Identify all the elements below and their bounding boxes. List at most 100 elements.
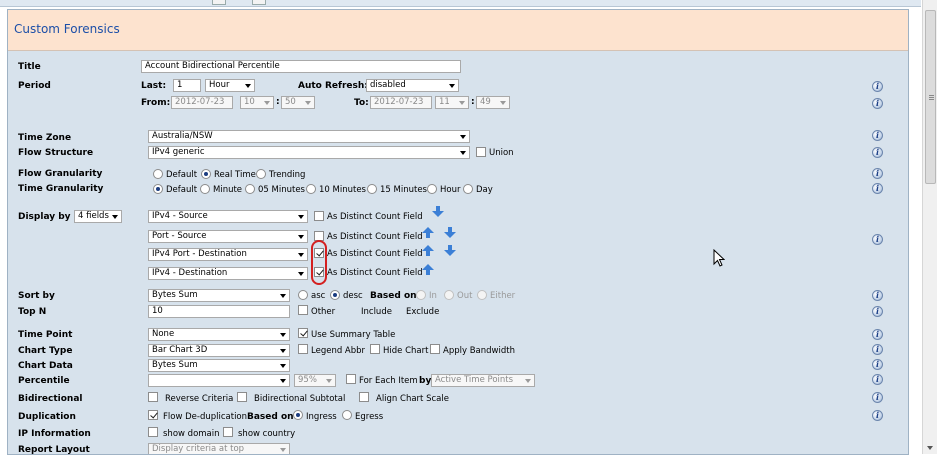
chart-type-label: Chart Type [18,346,73,356]
move-up-2-icon[interactable] [422,227,434,238]
move-up-4-icon[interactable] [422,264,434,275]
ingress-radio[interactable] [293,410,303,420]
flow-granularity-default-radio[interactable] [153,169,163,179]
to-minute-select[interactable]: 49 [476,96,510,109]
top-n-help-icon[interactable]: i [872,306,883,317]
display-by-help-icon[interactable]: i [872,234,883,245]
title-input[interactable]: Account Bidirectional Percentile [141,60,461,73]
show-domain-checkbox[interactable] [148,427,158,437]
egress-label: Egress [355,412,384,422]
scrollbar-thumb[interactable] [925,10,936,184]
distinct-count-highlight [311,240,327,285]
top-n-input[interactable]: 10 [148,305,290,318]
for-each-item-checkbox[interactable] [346,374,356,384]
time-point-label: Time Point [18,330,73,340]
flow-granularity-label: Flow Granularity [18,169,103,179]
flow-granularity-help-icon[interactable]: i [872,168,883,179]
to-date-input[interactable]: 2012-07-23 [370,96,432,109]
sort-desc-radio[interactable] [330,290,340,300]
period-range-help-icon[interactable]: i [872,98,883,109]
union-checkbox[interactable] [476,147,486,157]
last-label: Last: [141,81,167,91]
from-minute-select[interactable]: 50 [281,96,315,109]
strip-control-left[interactable] [212,0,226,5]
move-down-1-icon[interactable] [432,206,444,217]
flow-granularity-trending-label: Trending [269,170,306,180]
to-hour-select[interactable]: 11 [435,96,469,109]
move-up-3-icon[interactable] [422,245,434,256]
time-granularity-hour-radio[interactable] [427,184,437,194]
flow-granularity-realtime-radio[interactable] [201,169,211,179]
time-point-select[interactable]: None [148,328,290,341]
chart-type-help-icon[interactable]: i [872,344,883,355]
show-country-checkbox[interactable] [223,427,233,437]
egress-radio[interactable] [342,410,352,420]
sort-either-radio[interactable] [477,290,487,300]
from-date-input[interactable]: 2012-07-23 [171,96,233,109]
chart-data-select[interactable]: Bytes Sum [148,359,290,372]
time-granularity-day-label: Day [476,185,493,195]
display-field-3-select[interactable]: IPv4 Port - Destination [148,248,308,261]
percentile-value-select[interactable]: 95% [294,374,336,387]
chart-type-select[interactable]: Bar Chart 3D [148,344,290,357]
legend-abbr-checkbox[interactable] [298,344,308,354]
from-hour-select[interactable]: 10 [240,96,274,109]
time-granularity-help-icon[interactable]: i [872,183,883,194]
last-value-input[interactable]: 1 [173,79,201,92]
sort-by-help-icon[interactable]: i [872,290,883,301]
percentile-by-select[interactable]: Active Time Points [431,374,535,387]
strip-control-right[interactable] [252,0,266,5]
time-granularity-minute-radio[interactable] [200,184,210,194]
sort-out-radio[interactable] [444,290,454,300]
vertical-scrollbar[interactable] [922,0,937,454]
auto-refresh-select[interactable]: disabled [366,79,459,92]
bidirectional-subtotal-checkbox[interactable] [237,392,247,402]
time-zone-select[interactable]: Australia/NSW [148,130,470,143]
time-granularity-15min-radio[interactable] [367,184,377,194]
time-point-help-icon[interactable]: i [872,329,883,340]
display-field-2-select[interactable]: Port - Source [148,230,308,243]
duplication-label: Duplication [18,412,76,422]
scroll-down-arrow-icon[interactable] [927,446,933,450]
report-layout-select[interactable]: Display criteria at top [148,443,290,454]
align-chart-scale-checkbox[interactable] [359,392,369,402]
flow-structure-select[interactable]: IPv4 generic [148,146,470,159]
use-summary-table-checkbox[interactable] [298,328,308,338]
panel-title: Custom Forensics [14,22,120,36]
duplication-help-icon[interactable]: i [872,410,883,421]
time-granularity-10min-radio[interactable] [306,184,316,194]
chart-data-help-icon[interactable]: i [872,359,883,370]
time-granularity-day-radio[interactable] [463,184,473,194]
distinct-count-1-checkbox[interactable] [314,211,324,221]
display-field-4-select[interactable]: IPv4 - Destination [148,267,308,280]
time-granularity-default-radio[interactable] [153,184,163,194]
reverse-criteria-checkbox[interactable] [148,392,158,402]
sort-asc-radio[interactable] [298,290,308,300]
move-down-3-icon[interactable] [444,245,456,256]
distinct-count-4-label: As Distinct Count Field [327,268,423,278]
display-field-1-select[interactable]: IPv4 - Source [148,210,308,223]
flow-granularity-trending-radio[interactable] [256,169,266,179]
sort-by-select[interactable]: Bytes Sum [148,289,290,302]
percentile-help-icon[interactable]: i [872,374,883,385]
sort-either-label: Either [490,291,516,301]
time-granularity-label: Time Granularity [18,184,104,194]
sort-in-radio[interactable] [416,290,426,300]
reverse-criteria-label: Reverse Criteria [165,394,234,404]
time-granularity-05min-radio[interactable] [245,184,255,194]
period-unit-select[interactable]: Hour [205,79,255,92]
to-colon: : [471,97,475,107]
bidirectional-help-icon[interactable]: i [872,392,883,403]
title-label: Title [18,62,41,72]
time-zone-help-icon[interactable]: i [872,130,883,141]
flow-structure-help-icon[interactable]: i [872,147,883,158]
period-help-icon[interactable]: i [872,81,883,92]
display-by-fields-select[interactable]: 4 fields [74,210,122,223]
apply-bandwidth-checkbox[interactable] [430,344,440,354]
other-label: Other [311,307,336,317]
other-checkbox[interactable] [298,305,308,315]
percentile-select[interactable] [148,374,290,387]
flow-dedup-checkbox[interactable] [148,410,158,420]
move-down-2-icon[interactable] [444,227,456,238]
hide-chart-checkbox[interactable] [370,344,380,354]
